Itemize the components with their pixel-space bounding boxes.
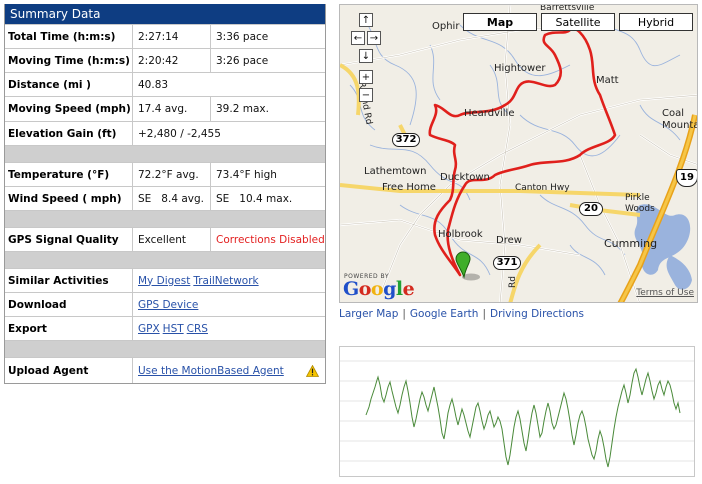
- section-divider: [5, 340, 325, 357]
- crs-export-link[interactable]: CRS: [187, 323, 208, 335]
- gps-quality-row: GPS Signal Quality Excellent Corrections…: [5, 227, 325, 251]
- place-ophir: Ophir: [432, 21, 460, 32]
- place-heardville: Heardville: [464, 108, 515, 119]
- export-row: Export GPX HST CRS: [5, 316, 325, 340]
- pan-right-button[interactable]: →: [367, 31, 381, 45]
- temperature-label: Temperature (°F): [5, 163, 133, 186]
- place-pirkle-woods: Pirkle Woods: [625, 193, 655, 214]
- place-drew: Drew: [496, 235, 522, 246]
- gpx-export-link[interactable]: GPX: [138, 323, 160, 335]
- warning-icon: [306, 364, 319, 377]
- place-matt: Matt: [596, 75, 619, 86]
- map-links: Larger Map | Google Earth | Driving Directio…: [339, 308, 584, 320]
- total-time-pace: 3:36 pace: [216, 30, 269, 43]
- place-cumming: Cumming: [604, 237, 658, 250]
- zoom-out-button[interactable]: −: [359, 88, 373, 102]
- wind-speed-label: Wind Speed ( mph): [5, 187, 133, 210]
- section-divider: [5, 210, 325, 227]
- similar-activities-links: My Digest TrailNetwork: [133, 269, 325, 292]
- pan-up-button[interactable]: ↑: [359, 13, 373, 27]
- elevation-chart: [339, 346, 695, 477]
- upload-agent-cell: Use the MotionBased Agent: [133, 358, 325, 383]
- route-20-shield: 20: [579, 202, 603, 216]
- moving-speed-max: 39.2 max.: [216, 103, 269, 115]
- section-divider: [5, 251, 325, 268]
- place-barrettsville: Barrettsville: [540, 4, 595, 13]
- temperature-row: Temperature (°F) 72.2°F avg. 73.4°F high: [5, 162, 325, 186]
- motionbased-agent-link[interactable]: Use the MotionBased Agent: [138, 365, 284, 377]
- summary-title: Summary Data: [5, 4, 325, 24]
- total-time-value: 2:27:14: [133, 25, 211, 48]
- route-371-shield: 371: [493, 256, 521, 270]
- pan-down-button[interactable]: ↓: [359, 49, 373, 63]
- export-links: GPX HST CRS: [133, 317, 325, 340]
- moving-time-label: Moving Time (h:m:s): [5, 49, 133, 72]
- place-hightower: Hightower: [494, 63, 546, 74]
- pan-left-button[interactable]: ←: [351, 31, 365, 45]
- terms-of-use-link[interactable]: Terms of Use: [636, 288, 694, 298]
- link-separator: |: [402, 308, 406, 320]
- moving-time-row: Moving Time (h:m:s) 2:20:42 3:26 pace: [5, 48, 325, 72]
- section-divider: [5, 145, 325, 162]
- distance-label: Distance (mi ): [5, 73, 133, 96]
- upload-agent-row: Upload Agent Use the MotionBased Agent: [5, 357, 325, 383]
- route-map[interactable]: Barrettsville Ophir Hightower Matt Heard…: [339, 4, 698, 303]
- map-type-map-button[interactable]: Map: [463, 13, 537, 31]
- elevation-chart-svg: [340, 360, 694, 468]
- elevation-gain-row: Elevation Gain (ft) +2,480 / -2,455: [5, 121, 325, 145]
- link-separator: |: [482, 308, 486, 320]
- google-earth-link[interactable]: Google Earth: [410, 308, 479, 320]
- total-time-row: Total Time (h:m:s) 2:27:14 3:36 pace: [5, 24, 325, 48]
- wind-speed-avg: SE 8.4 avg.: [133, 187, 211, 210]
- highway-19-shield: 19: [676, 169, 697, 187]
- google-logo: Google: [343, 278, 415, 300]
- moving-time-value: 2:20:42: [133, 49, 211, 72]
- gps-quality-value: Excellent: [133, 228, 211, 251]
- hst-export-link[interactable]: HST: [163, 323, 184, 335]
- wind-speed-row: Wind Speed ( mph) SE 8.4 avg. SE 10.4 ma…: [5, 186, 325, 210]
- place-lathemtown: Lathemtown: [364, 166, 427, 177]
- gps-device-link[interactable]: GPS Device: [138, 299, 198, 311]
- wind-speed-max: SE 10.4 max.: [216, 192, 293, 205]
- moving-speed-avg: 17.4 avg.: [133, 97, 211, 121]
- trailnetwork-link[interactable]: TrailNetwork: [193, 275, 258, 287]
- my-digest-link[interactable]: My Digest: [138, 275, 190, 287]
- upload-agent-label: Upload Agent: [5, 358, 133, 383]
- road-canton-hwy: Canton Hwy: [515, 183, 570, 193]
- distance-row: Distance (mi ) 40.83: [5, 72, 325, 96]
- place-coal-mountain: Coal Mountain: [662, 108, 697, 131]
- road-rd: Rd: [508, 276, 518, 288]
- place-free-home: Free Home: [382, 182, 436, 193]
- route-372-shield: 372: [392, 133, 420, 147]
- place-holbrook: Holbrook: [438, 229, 483, 240]
- moving-time-pace: 3:26 pace: [216, 54, 269, 67]
- download-label: Download: [5, 293, 133, 316]
- similar-activities-label: Similar Activities: [5, 269, 133, 292]
- temperature-avg: 72.2°F avg.: [133, 163, 211, 186]
- zoom-in-button[interactable]: +: [359, 70, 373, 84]
- map-type-hybrid-button[interactable]: Hybrid: [619, 13, 693, 31]
- temperature-high: 73.4°F high: [216, 168, 277, 181]
- place-ducktown: Ducktown: [440, 172, 490, 183]
- elevation-gain-value: +2,480 / -2,455: [138, 127, 221, 140]
- driving-directions-link[interactable]: Driving Directions: [490, 308, 584, 320]
- distance-value: 40.83: [138, 78, 169, 91]
- moving-speed-label: Moving Speed (mph): [5, 97, 133, 121]
- total-time-label: Total Time (h:m:s): [5, 25, 133, 48]
- download-links: GPS Device: [133, 293, 325, 316]
- export-label: Export: [5, 317, 133, 340]
- gps-corrections-status: Corrections Disabled: [216, 233, 325, 246]
- summary-table: Summary Data Total Time (h:m:s) 2:27:14 …: [4, 4, 326, 384]
- gps-quality-label: GPS Signal Quality: [5, 228, 133, 251]
- elevation-profile-line: [365, 367, 681, 468]
- moving-speed-row: Moving Speed (mph) 17.4 avg. 39.2 max.: [5, 96, 325, 121]
- similar-activities-row: Similar Activities My Digest TrailNetwor…: [5, 268, 325, 292]
- map-type-satellite-button[interactable]: Satellite: [541, 13, 615, 31]
- elevation-gain-label: Elevation Gain (ft): [5, 122, 133, 145]
- larger-map-link[interactable]: Larger Map: [339, 308, 398, 320]
- download-row: Download GPS Device: [5, 292, 325, 316]
